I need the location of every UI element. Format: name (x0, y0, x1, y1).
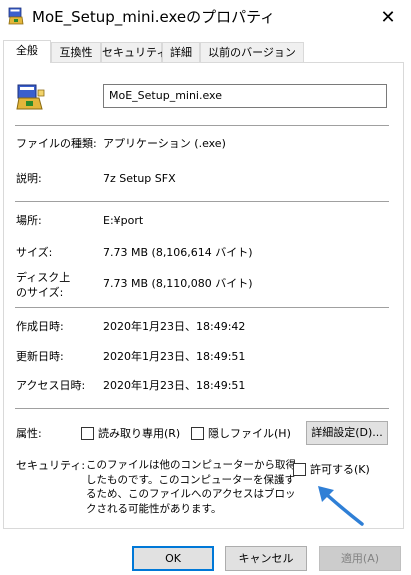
ok-button[interactable]: OK (132, 546, 214, 571)
separator (15, 125, 389, 126)
unblock-checkbox[interactable] (293, 463, 306, 476)
created-label: 作成日時: (16, 320, 64, 333)
created-value: 2020年1月23日、18:49:42 (103, 320, 246, 333)
tab-details[interactable]: 詳細 (162, 42, 200, 62)
file-type-value: アプリケーション (.exe) (103, 137, 226, 150)
tab-general[interactable]: 全般 (3, 40, 51, 63)
accessed-label: アクセス日時: (16, 379, 86, 392)
disk-size-value: 7.73 MB (8,110,080 バイト) (103, 277, 253, 290)
size-value: 7.73 MB (8,106,614 バイト) (103, 246, 253, 259)
tab-strip: 全般 互換性 セキュリティ 詳細 以前のバージョン (0, 40, 411, 63)
location-value: E:¥port (103, 214, 144, 227)
apply-button[interactable]: 適用(A) (319, 546, 401, 571)
disk-size-label-line1: ディスク上 (16, 271, 71, 284)
modified-value: 2020年1月23日、18:49:51 (103, 350, 246, 363)
security-warning-text: このファイルは他のコンピューターから取得したものです。このコンピューターを保護す… (86, 459, 296, 515)
installer-app-icon (8, 7, 24, 25)
separator (15, 201, 389, 202)
close-icon: ✕ (380, 6, 396, 28)
readonly-label[interactable]: 読み取り専用(R) (98, 427, 180, 441)
disk-size-label-line2: のサイズ: (16, 286, 64, 299)
readonly-checkbox[interactable] (81, 427, 94, 440)
tab-security[interactable]: セキュリティ (101, 42, 167, 62)
title-bar: MoE_Setup_mini.exeのプロパティ ✕ (0, 0, 411, 34)
cancel-button[interactable]: キャンセル (225, 546, 307, 571)
filename-field[interactable]: MoE_Setup_mini.exe (103, 84, 387, 108)
installer-file-icon (16, 84, 45, 110)
separator (15, 408, 389, 409)
file-type-label: ファイルの種類: (16, 137, 97, 150)
tab-previous-versions[interactable]: 以前のバージョン (200, 42, 304, 62)
attributes-label: 属性: (16, 427, 42, 440)
window-title: MoE_Setup_mini.exeのプロパティ (32, 8, 276, 26)
tab-compatibility[interactable]: 互換性 (51, 42, 101, 62)
close-button[interactable]: ✕ (365, 0, 411, 34)
annotation-arrow-icon (318, 486, 364, 526)
description-label: 説明: (16, 172, 42, 185)
hidden-checkbox[interactable] (191, 427, 204, 440)
unblock-label[interactable]: 許可する(K) (310, 463, 370, 477)
separator (15, 307, 389, 308)
accessed-value: 2020年1月23日、18:49:51 (103, 379, 246, 392)
advanced-button[interactable]: 詳細設定(D)... (306, 421, 388, 445)
hidden-label[interactable]: 隠しファイル(H) (208, 427, 291, 441)
modified-label: 更新日時: (16, 350, 64, 363)
description-value: 7z Setup SFX (103, 172, 176, 185)
size-label: サイズ: (16, 246, 53, 259)
location-label: 場所: (16, 214, 42, 227)
security-label: セキュリティ: (16, 459, 86, 472)
